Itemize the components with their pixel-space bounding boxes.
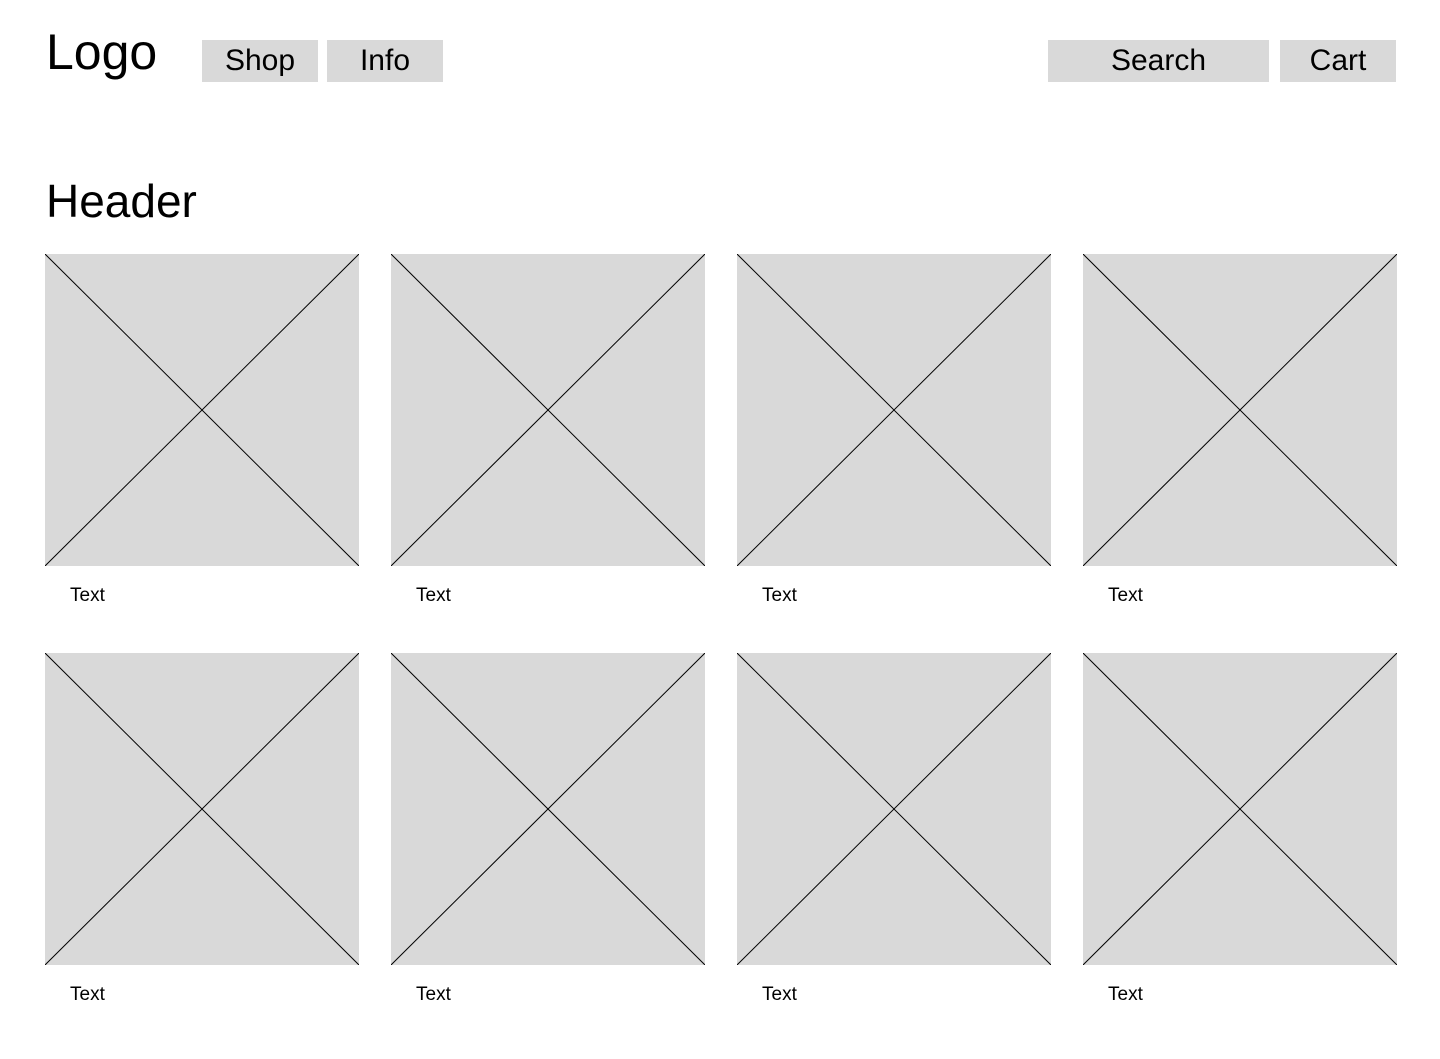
image-placeholder-icon	[1083, 254, 1397, 566]
product-caption: Text	[762, 984, 797, 1005]
image-placeholder-icon	[391, 653, 705, 965]
image-placeholder-icon	[45, 254, 359, 566]
page-header: Header	[46, 175, 197, 227]
product-caption: Text	[70, 984, 105, 1005]
logo[interactable]: Logo	[46, 24, 157, 80]
product-caption: Text	[70, 585, 105, 606]
image-placeholder-icon	[737, 254, 1051, 566]
image-placeholder-icon	[1083, 653, 1397, 965]
product-caption: Text	[416, 585, 451, 606]
product-caption: Text	[1108, 585, 1143, 606]
product-caption: Text	[762, 585, 797, 606]
product-caption: Text	[416, 984, 451, 1005]
cart-button[interactable]: Cart	[1280, 40, 1396, 82]
product-caption: Text	[1108, 984, 1143, 1005]
image-placeholder-icon	[45, 653, 359, 965]
image-placeholder-icon	[391, 254, 705, 566]
info-button[interactable]: Info	[327, 40, 443, 82]
shop-button[interactable]: Shop	[202, 40, 318, 82]
image-placeholder-icon	[737, 653, 1051, 965]
search-button[interactable]: Search	[1048, 40, 1269, 82]
